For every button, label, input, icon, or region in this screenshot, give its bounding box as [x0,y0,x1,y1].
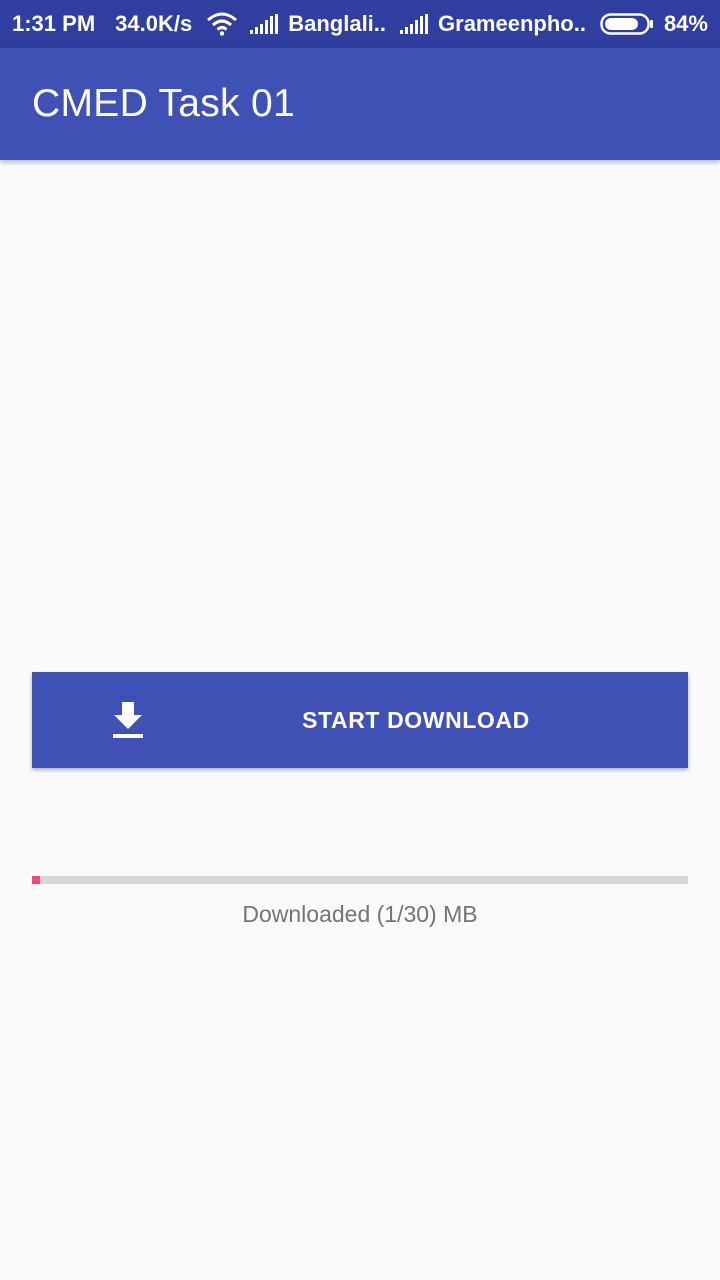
battery-percent: 84% [663,11,708,36]
app-bar: CMED Task 01 [0,48,720,160]
battery-icon [600,13,654,35]
wifi-icon [206,12,238,36]
start-download-button[interactable]: START DOWNLOAD [32,672,688,768]
download-progress-fill [32,876,40,884]
app-title: CMED Task 01 [32,82,295,125]
status-time: 1:31 PM [12,11,96,36]
signal-icon [250,14,280,34]
download-progress-bar [32,876,688,884]
download-status-text: Downloaded (1/30) MB [242,901,478,927]
carrier-name-2: Grameenpho.. [438,11,586,36]
start-download-label: START DOWNLOAD [302,707,530,733]
network-speed: 34.0K/s [115,11,193,36]
status-bar: 1:31 PM 34.0K/s Banglali.. Grameenpho.. … [0,0,720,48]
signal-icon [400,14,430,34]
carrier-name-1: Banglali.. [288,11,387,36]
